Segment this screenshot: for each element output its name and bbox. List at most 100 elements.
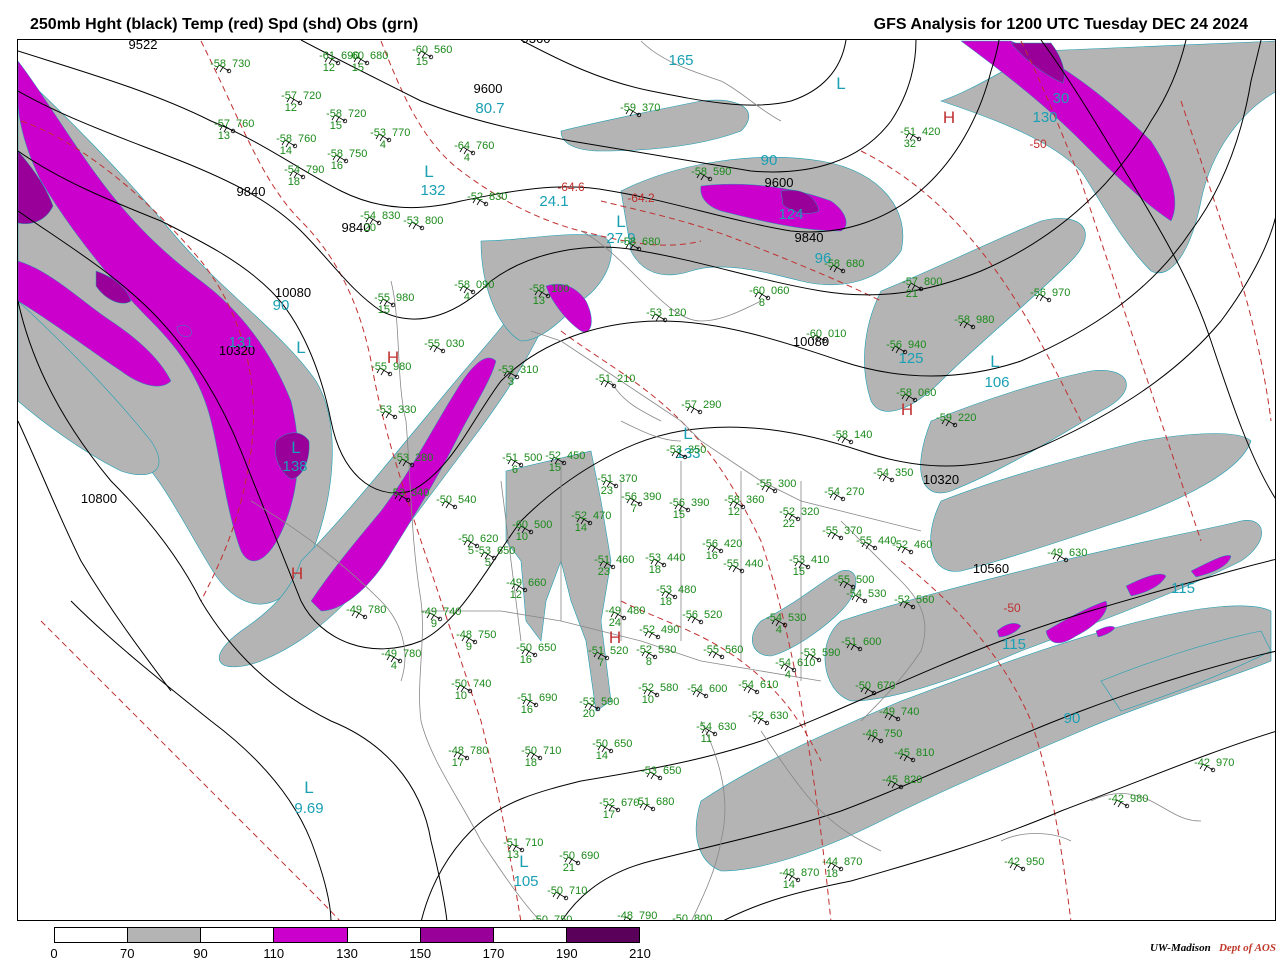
- obs-temperature: -58: [896, 387, 912, 399]
- station-observation: -57 290: [681, 399, 721, 415]
- station-observation: -52 530 8: [636, 644, 676, 668]
- obs-temperature: -49: [421, 606, 437, 618]
- obs-height: 360: [746, 494, 764, 506]
- obs-height: 210: [617, 373, 635, 385]
- obs-height: 650: [538, 642, 556, 654]
- obs-height: 610: [760, 679, 778, 691]
- obs-temperature: -53: [656, 584, 672, 596]
- obs-temperature: -56: [886, 339, 902, 351]
- colorbar-swatch: [347, 928, 421, 942]
- obs-dewpoint-depression: 4: [391, 660, 397, 672]
- obs-dewpoint-depression: 13: [507, 849, 519, 861]
- obs-height: 600: [709, 683, 727, 695]
- station-observation: -52 320 22: [779, 506, 819, 530]
- low-center-marker: L: [990, 352, 999, 371]
- obs-temperature: -56: [621, 491, 637, 503]
- obs-height: 500: [524, 452, 542, 464]
- colorbar-swatch: [55, 928, 129, 942]
- obs-temperature: -64: [454, 140, 470, 152]
- station-observation: -57 720 12: [281, 90, 321, 114]
- obs-dewpoint-depression: 12: [510, 589, 522, 601]
- obs-temperature: -49: [1047, 547, 1063, 559]
- obs-dewpoint-depression: 5: [485, 557, 491, 569]
- obs-dewpoint-depression: 4: [776, 624, 782, 636]
- station-observation: -50 650 16: [516, 642, 556, 666]
- speed-shading-70: [18, 40, 1275, 872]
- station-observation: -60 680 15: [348, 50, 388, 74]
- obs-temperature: -56: [669, 497, 685, 509]
- obs-height: 710: [543, 745, 561, 757]
- obs-temperature: -52: [636, 644, 652, 656]
- temperature-contour-label: -64.2: [627, 191, 655, 205]
- station-observation: -64 760 4: [454, 140, 494, 164]
- station-observation: -54 610 4: [775, 657, 815, 681]
- station-observation: -44 870 18: [822, 856, 862, 880]
- obs-dewpoint-depression: 15: [793, 566, 805, 578]
- station-observation: -51 680: [634, 796, 674, 812]
- obs-temperature: -51: [595, 373, 611, 385]
- station-observation: -50 750: [532, 914, 572, 920]
- height-contour-label: 9360: [522, 40, 551, 46]
- obs-height: 680: [370, 50, 388, 62]
- chart-title: 250mb Hght (black) Temp (red) Spd (shd) …: [30, 16, 419, 33]
- obs-height: 560: [725, 644, 743, 656]
- station-observation: -54 350: [873, 467, 913, 483]
- obs-height: 650: [663, 765, 681, 777]
- obs-dewpoint-depression: 17: [603, 809, 615, 821]
- station-observation: -55 030: [424, 338, 464, 354]
- obs-height: 740: [443, 606, 461, 618]
- obs-dewpoint-depression: 15: [416, 56, 428, 68]
- obs-height: 370: [642, 102, 660, 114]
- obs-temperature: -51: [517, 692, 533, 704]
- obs-dewpoint-depression: 20: [583, 708, 595, 720]
- obs-height: 340: [411, 487, 429, 499]
- obs-height: 390: [691, 497, 709, 509]
- obs-height: 460: [616, 554, 634, 566]
- station-observation: -58 730: [210, 58, 250, 74]
- obs-dewpoint-depression: 15: [378, 304, 390, 316]
- obs-temperature: -50: [521, 745, 537, 757]
- station-observation: -55 560: [703, 644, 743, 660]
- obs-height: 420: [724, 538, 742, 550]
- obs-height: 790: [639, 910, 657, 921]
- obs-height: 790: [306, 164, 324, 176]
- obs-dewpoint-depression: 18: [826, 868, 838, 880]
- obs-height: 820: [904, 774, 922, 786]
- obs-height: 590: [713, 166, 731, 178]
- obs-temperature: -52: [467, 191, 483, 203]
- obs-temperature: -51: [634, 796, 650, 808]
- height-contour-label: 9840: [795, 230, 824, 245]
- station-observation: -54 630 11: [696, 721, 736, 745]
- colorbar-swatch: [274, 928, 348, 942]
- obs-height: 530: [658, 644, 676, 656]
- obs-temperature: -54: [360, 210, 376, 222]
- obs-temperature: -60: [512, 519, 528, 531]
- station-observation: -58 140: [832, 429, 872, 445]
- obs-dewpoint-depression: 14: [280, 145, 292, 157]
- obs-height: 520: [704, 609, 722, 621]
- colorbar-tick-label: 130: [336, 946, 358, 961]
- low-center-marker: L: [291, 438, 300, 457]
- analysis-time-label: GFS Analysis for 1200 UTC Tuesday DEC 24…: [873, 16, 1248, 33]
- station-observation: -58 750 16: [327, 148, 367, 172]
- obs-dewpoint-depression: 4: [785, 669, 791, 681]
- obs-temperature: -53: [498, 364, 514, 376]
- station-observation: -52 830: [467, 191, 507, 207]
- obs-height: 010: [828, 328, 846, 340]
- obs-temperature: -45: [894, 747, 910, 759]
- obs-height: 870: [801, 867, 819, 879]
- obs-height: 630: [1069, 547, 1087, 559]
- obs-dewpoint-depression: 15: [549, 462, 561, 474]
- obs-temperature: -58: [691, 166, 707, 178]
- wind-speed-label: 115: [1002, 636, 1026, 653]
- obs-height: 650: [614, 738, 632, 750]
- low-center-marker: L: [836, 74, 845, 93]
- obs-height: 370: [619, 473, 637, 485]
- obs-temperature: -50: [672, 913, 688, 921]
- obs-dewpoint-depression: 9: [431, 618, 437, 630]
- obs-height: 870: [844, 856, 862, 868]
- obs-temperature: -51: [841, 636, 857, 648]
- obs-height: 490: [661, 624, 679, 636]
- wind-speed-colorbar: [54, 927, 640, 943]
- obs-height: 810: [916, 747, 934, 759]
